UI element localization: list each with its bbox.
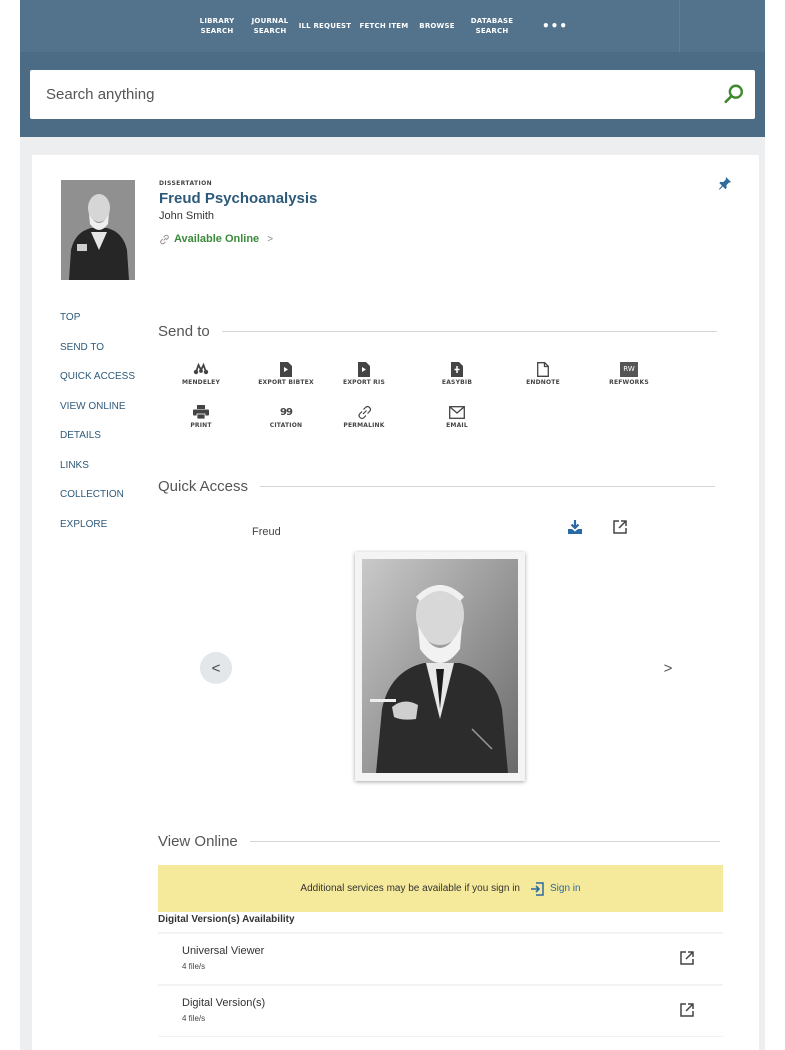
quick-access-heading: Quick Access [158,478,716,495]
record-title[interactable]: Freud Psychoanalysis [159,190,317,207]
nav-database-search[interactable]: DATABASE SEARCH [460,0,524,52]
portrait-image [362,559,518,773]
citation-button[interactable]: 99 CITATION [246,404,326,430]
export-easybib-button[interactable]: EASYBIB [417,361,497,386]
carousel-next-button[interactable]: > [652,652,684,684]
link-icon [357,405,371,419]
export-bibtex-label: EXPORT BIBTEX [258,379,314,386]
export-ris-label: EXPORT RIS [343,379,385,386]
permalink-label: PERMALINK [343,422,385,429]
section-divider [221,331,717,332]
send-to-title: Send to [158,323,210,340]
section-nav-quick-access[interactable]: QUICK ACCESS [60,367,135,397]
easybib-file-icon [451,361,463,377]
view-online-heading: View Online [158,833,720,850]
section-nav-top[interactable]: TOP [60,308,135,338]
digital-version-row[interactable]: Universal Viewer 4 file/s [158,934,723,984]
section-nav-explore[interactable]: EXPLORE [60,515,135,545]
digital-version-name: Universal Viewer [182,945,265,957]
send-mendeley-button[interactable]: MENDELEY [161,361,241,386]
nav-fetch-item[interactable]: FETCH ITEM [354,0,414,52]
ris-file-icon [358,361,370,377]
search-input[interactable] [46,70,686,119]
availability-link[interactable]: Available Online > [159,233,273,245]
quick-access-caption: Freud [252,526,281,538]
quote-icon: 99 [280,406,293,418]
export-endnote-button[interactable]: ENDNOTE [503,361,583,386]
nav-divider [679,0,680,52]
record-type: DISSERTATION [159,180,213,187]
export-refworks-label: REFWORKS [609,379,649,386]
section-nav-details[interactable]: DETAILS [60,426,135,456]
link-icon [160,234,169,244]
print-label: PRINT [190,422,212,429]
search-icon[interactable] [723,83,745,105]
printer-icon [193,405,209,419]
sign-in-link[interactable]: Sign in [530,881,581,896]
mendeley-icon [193,363,209,375]
export-easybib-label: EASYBIB [441,379,473,386]
open-external-icon[interactable] [679,1002,695,1018]
digital-availability-heading: Digital Version(s) Availability [158,914,295,925]
section-nav-collection[interactable]: COLLECTION [60,485,135,515]
chevron-right-icon: > [267,233,274,245]
section-divider [260,486,716,487]
section-nav-links[interactable]: LINKS [60,456,135,486]
endnote-file-icon [537,361,549,377]
top-nav-bar: LIBRARY SEARCH JOURNAL SEARCH ILL REQUES… [20,0,765,52]
email-label: EMAIL [446,422,468,429]
main-nav: LIBRARY SEARCH JOURNAL SEARCH ILL REQUES… [20,0,586,52]
carousel-prev-button[interactable]: < [200,652,232,684]
export-refworks-button[interactable]: RW REFWORKS [589,361,669,386]
view-online-title: View Online [158,833,238,850]
section-nav-send-to[interactable]: SEND TO [60,338,135,368]
send-to-heading: Send to [158,323,717,340]
digital-version-row[interactable]: Digital Version(s) 4 file/s [158,986,723,1036]
export-endnote-label: ENDNOTE [526,379,560,386]
sign-in-label: Sign in [549,883,581,894]
export-ris-button[interactable]: EXPORT RIS [324,361,404,386]
open-external-icon[interactable] [612,519,628,535]
email-button[interactable]: EMAIL [417,404,497,429]
open-external-icon[interactable] [679,950,695,966]
nav-ill-request[interactable]: ILL REQUEST [296,0,354,52]
envelope-icon [449,405,465,419]
nav-more-button[interactable]: ••• [524,0,586,52]
search-bar [30,70,755,119]
digital-version-name: Digital Version(s) [182,997,266,1009]
sign-in-icon [530,881,544,896]
digital-version-count: 4 file/s [182,1014,206,1023]
quick-access-image[interactable] [355,552,525,781]
record-thumbnail [61,180,135,280]
section-nav: TOP SEND TO QUICK ACCESS VIEW ONLINE DET… [60,308,135,544]
export-bibtex-button[interactable]: EXPORT BIBTEX [246,361,326,386]
nav-journal-search[interactable]: JOURNAL SEARCH [244,0,296,52]
pin-icon[interactable] [718,176,732,190]
download-icon[interactable] [567,519,583,535]
availability-status: Available Online [174,233,260,245]
print-button[interactable]: PRINT [161,404,241,429]
permalink-button[interactable]: PERMALINK [324,404,404,429]
bibtex-file-icon [280,361,292,377]
refworks-icon: RW [620,361,638,377]
nav-library-search[interactable]: LIBRARY SEARCH [190,0,244,52]
record-author: John Smith [159,210,215,222]
sign-in-notice: Additional services may be available if … [158,865,723,912]
section-divider [249,841,720,842]
send-mendeley-label: MENDELEY [181,379,221,386]
nav-browse[interactable]: BROWSE [414,0,460,52]
citation-label: CITATION [269,422,303,429]
section-nav-view-online[interactable]: VIEW ONLINE [60,397,135,427]
quick-access-title: Quick Access [158,478,249,495]
sign-in-notice-text: Additional services may be available if … [300,883,520,894]
digital-version-count: 4 file/s [182,962,206,971]
